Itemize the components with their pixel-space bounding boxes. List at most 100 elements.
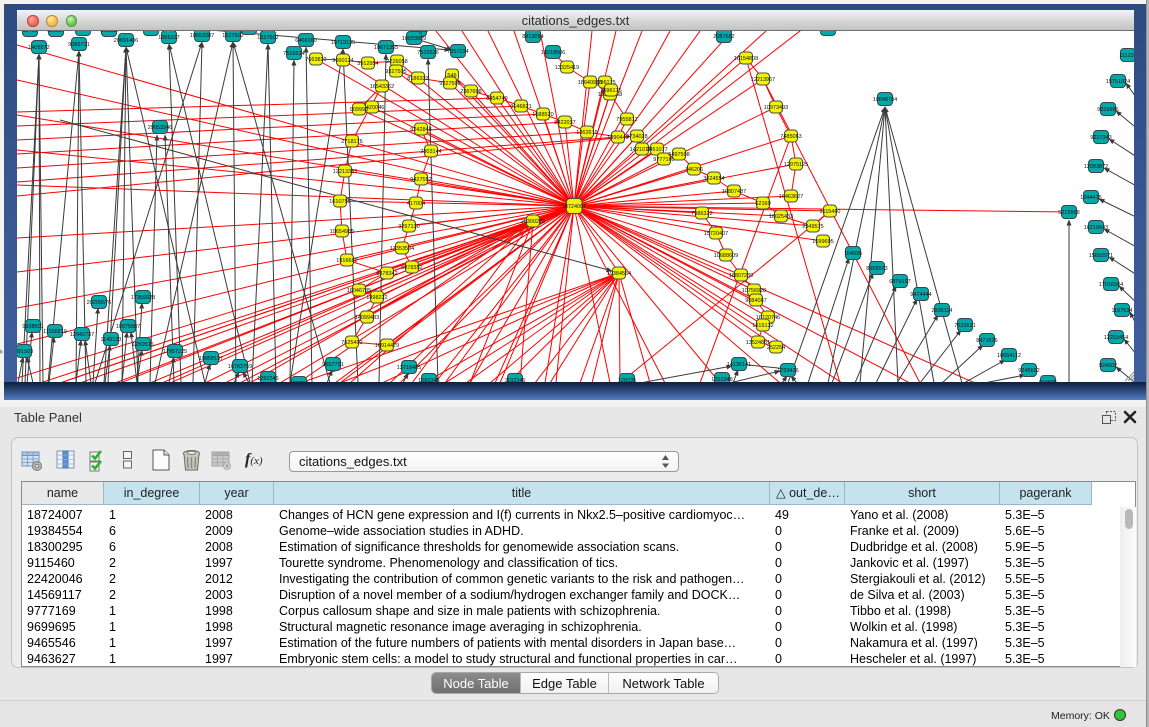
- svg-text:1167534: 1167534: [1111, 308, 1132, 314]
- svg-text:1192346: 1192346: [504, 378, 525, 382]
- svg-text:3912954: 3912954: [357, 61, 378, 67]
- svg-text:152760: 152760: [142, 31, 160, 33]
- svg-text:924502: 924502: [1099, 363, 1117, 369]
- svg-text:3267130: 3267130: [398, 224, 419, 230]
- svg-text:646616: 646616: [240, 31, 258, 32]
- svg-text:9146821: 9146821: [510, 104, 531, 110]
- svg-text:18724007: 18724007: [562, 204, 586, 210]
- svg-text:12203454: 12203454: [1104, 335, 1128, 341]
- svg-text:29053346: 29053346: [148, 125, 172, 131]
- svg-text:7625402: 7625402: [341, 340, 362, 346]
- svg-text:14136141: 14136141: [727, 362, 751, 368]
- svg-text:20691406: 20691406: [114, 38, 138, 44]
- svg-text:10807487: 10807487: [722, 189, 746, 195]
- svg-text:16463627: 16463627: [779, 194, 803, 200]
- svg-text:16210643: 16210643: [1084, 225, 1108, 231]
- svg-text:10719135: 10719135: [331, 40, 355, 46]
- svg-text:1588520: 1588520: [532, 112, 553, 118]
- svg-text:206914: 206914: [74, 31, 92, 33]
- svg-text:1145133: 1145133: [100, 337, 121, 343]
- svg-text:5878352: 5878352: [401, 265, 422, 271]
- svg-text:1292348: 1292348: [711, 377, 732, 382]
- svg-text:909993: 909993: [350, 107, 368, 113]
- svg-text:17016504: 17016504: [1099, 282, 1123, 288]
- svg-text:13325419: 13325419: [555, 65, 579, 71]
- svg-text:1733426: 1733426: [777, 368, 798, 374]
- svg-text:15692971: 15692971: [1089, 253, 1113, 259]
- svg-text:18640910: 18640910: [578, 80, 602, 86]
- svg-text:1615132: 1615132: [752, 323, 773, 329]
- svg-text:7955812: 7955812: [616, 117, 637, 123]
- svg-text:2935114: 2935114: [931, 308, 952, 314]
- svg-text:12975125: 12975125: [784, 162, 808, 168]
- svg-text:19654985: 19654985: [330, 229, 354, 235]
- svg-text:1065327: 1065327: [158, 35, 179, 41]
- svg-text:1292346: 1292346: [257, 376, 278, 382]
- svg-text:10958137: 10958137: [199, 356, 223, 362]
- svg-text:1092345: 1092345: [418, 378, 439, 382]
- svg-text:106532: 106532: [100, 31, 118, 34]
- svg-text:9660124: 9660124: [332, 58, 353, 64]
- svg-text:14099483: 14099483: [355, 315, 379, 321]
- svg-text:17359928: 17359928: [131, 295, 155, 301]
- svg-text:1527602: 1527602: [222, 33, 243, 39]
- svg-text:9329966: 9329966: [1097, 107, 1118, 113]
- svg-text:924505: 924505: [1039, 380, 1057, 382]
- svg-text:391503: 391503: [17, 349, 33, 355]
- svg-text:7515526: 7515526: [417, 50, 438, 56]
- svg-text:9084067: 9084067: [745, 298, 766, 304]
- svg-text:10975887: 10975887: [116, 324, 140, 330]
- svg-text:9245652: 9245652: [1018, 368, 1039, 374]
- svg-text:15720407: 15720407: [704, 231, 728, 237]
- svg-text:9474444: 9474444: [910, 292, 931, 298]
- svg-text:9242848: 9242848: [410, 127, 431, 133]
- svg-text:7632621: 7632621: [954, 323, 975, 329]
- svg-text:20206576: 20206576: [87, 300, 111, 306]
- svg-text:9327508: 9327508: [439, 81, 460, 87]
- svg-text:12213383: 12213383: [333, 169, 357, 175]
- svg-text:13716485: 13716485: [397, 365, 421, 371]
- svg-text:7515524: 7515524: [283, 51, 304, 57]
- svg-text:1610755: 1610755: [329, 199, 350, 205]
- svg-text:19218506: 19218506: [541, 50, 565, 56]
- svg-text:10025433: 10025433: [769, 214, 793, 220]
- svg-text:10648784: 10648784: [873, 97, 897, 103]
- svg-text:164095: 164095: [844, 251, 862, 257]
- svg-text:15751024: 15751024: [1106, 79, 1130, 85]
- svg-text:2451077: 2451077: [646, 147, 667, 153]
- svg-text:1244415: 1244415: [1080, 195, 1101, 201]
- svg-text:7986322: 7986322: [691, 211, 712, 217]
- svg-text:10033809: 10033809: [402, 36, 426, 42]
- svg-text:16543362: 16543362: [370, 84, 394, 90]
- svg-text:9657791: 9657791: [322, 362, 343, 368]
- svg-text:17957225: 17957225: [163, 349, 187, 355]
- svg-text:1405572: 1405572: [28, 45, 49, 51]
- svg-text:16154808: 16154808: [734, 56, 758, 62]
- svg-text:8878342: 8878342: [376, 271, 397, 277]
- svg-text:12942737: 12942737: [70, 332, 94, 338]
- svg-text:2349575: 2349575: [802, 224, 823, 230]
- svg-text:1362615: 1362615: [576, 130, 597, 136]
- svg-text:7357224: 7357224: [447, 49, 468, 55]
- svg-text:9938501: 9938501: [22, 324, 43, 330]
- svg-text:9327505: 9327505: [385, 69, 406, 75]
- svg-text:19384554: 19384554: [607, 271, 631, 277]
- svg-text:16046785: 16046785: [347, 288, 371, 294]
- svg-text:9115460: 9115460: [819, 209, 840, 215]
- svg-text:2087682: 2087682: [713, 34, 734, 40]
- svg-text:8454749: 8454749: [486, 96, 507, 102]
- svg-text:10654112: 10654112: [997, 353, 1021, 359]
- svg-text:106488: 106488: [819, 31, 837, 33]
- svg-text:190557: 190557: [47, 31, 65, 34]
- svg-text:9085721: 9085721: [68, 42, 89, 48]
- svg-text:417004: 417004: [407, 201, 425, 207]
- svg-text:10973493: 10973493: [764, 105, 788, 111]
- svg-text:111234: 111234: [1119, 53, 1134, 59]
- svg-text:252254: 252254: [767, 345, 785, 351]
- svg-text:2367608: 2367608: [460, 89, 481, 95]
- svg-text:9427552: 9427552: [410, 177, 431, 183]
- svg-text:12093872: 12093872: [1084, 164, 1108, 170]
- svg-text:25300273: 25300273: [521, 219, 545, 225]
- svg-text:11156819: 11156819: [43, 329, 67, 335]
- svg-text:8471626: 8471626: [976, 338, 997, 344]
